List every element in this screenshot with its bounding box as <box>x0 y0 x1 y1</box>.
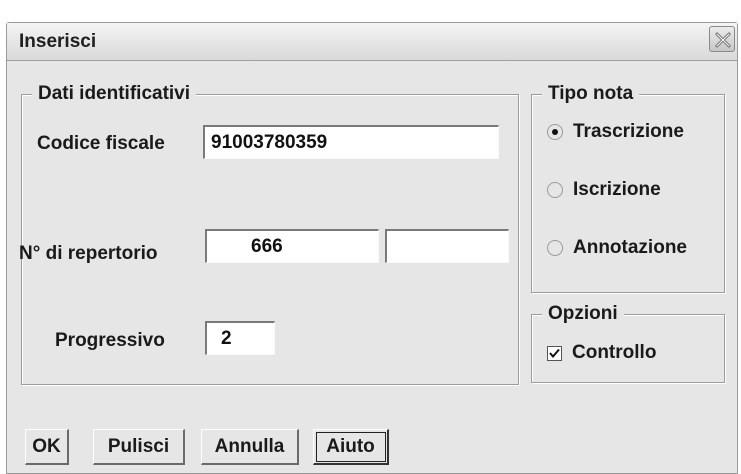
annotazione-label: Annotazione <box>573 237 687 258</box>
trascrizione-label: Trascrizione <box>573 121 684 142</box>
checkbox-checked-icon <box>547 345 562 361</box>
pulisci-button[interactable]: Pulisci <box>93 429 185 465</box>
radio-iscrizione[interactable]: Iscrizione <box>547 179 661 201</box>
tipo-nota-legend: Tipo nota <box>542 83 640 105</box>
radio-unselected-icon <box>547 182 563 198</box>
controllo-label: Controllo <box>572 342 657 363</box>
repertorio-input[interactable]: 666 <box>205 229 379 263</box>
ok-button[interactable]: OK <box>25 429 69 465</box>
window-title: Inserisci <box>19 31 97 52</box>
codice-fiscale-label: Codice fiscale <box>37 133 165 154</box>
inserisci-dialog: Inserisci Dati identificativi Codice fis… <box>6 22 738 474</box>
iscrizione-label: Iscrizione <box>573 179 661 200</box>
aiuto-button[interactable]: Aiuto <box>313 429 389 465</box>
radio-annotazione[interactable]: Annotazione <box>547 237 687 259</box>
close-button[interactable] <box>709 26 735 52</box>
title-bar[interactable]: Inserisci <box>7 23 737 61</box>
radio-selected-icon <box>547 124 563 140</box>
codice-fiscale-input[interactable]: 91003780359 <box>203 125 499 159</box>
dati-identificativi-legend: Dati identificativi <box>32 83 197 105</box>
repertorio-label: N° di repertorio <box>19 243 158 264</box>
controllo-checkbox[interactable]: Controllo <box>547 342 656 364</box>
opzioni-legend: Opzioni <box>542 303 624 325</box>
repertorio-suffix-input[interactable] <box>385 229 509 263</box>
radio-unselected-icon <box>547 240 563 256</box>
annulla-button[interactable]: Annulla <box>201 429 299 465</box>
close-icon <box>715 32 731 48</box>
radio-trascrizione[interactable]: Trascrizione <box>547 121 684 143</box>
progressivo-input[interactable]: 2 <box>205 321 275 355</box>
progressivo-label: Progressivo <box>55 330 165 351</box>
